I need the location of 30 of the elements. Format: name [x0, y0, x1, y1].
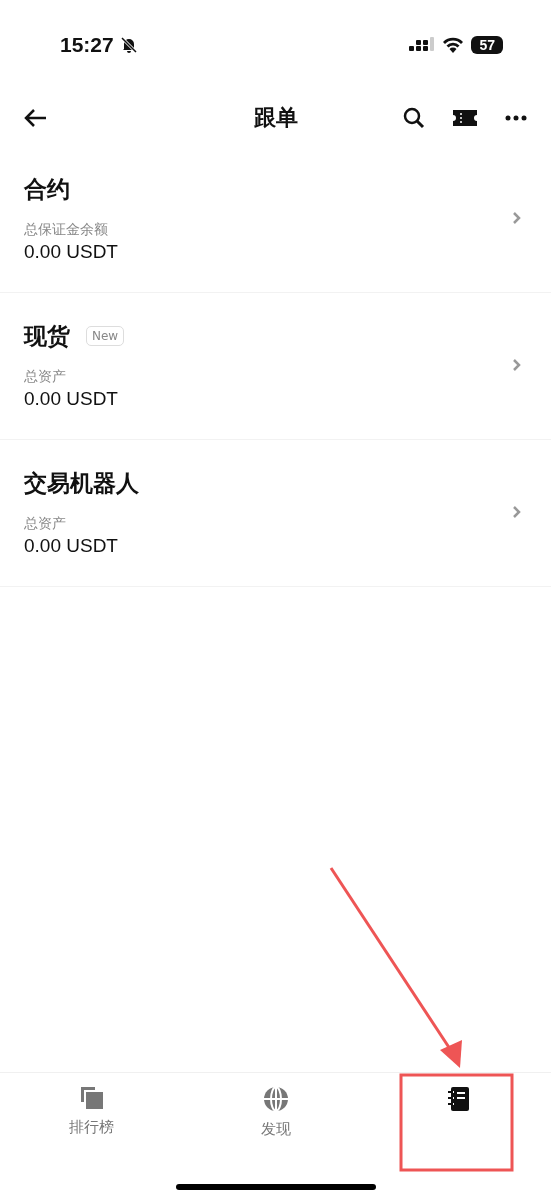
account-label: 总资产: [24, 514, 67, 533]
chevron-right-icon: [512, 211, 521, 225]
account-value: 0.00 USDT: [24, 387, 119, 410]
account-card[interactable]: 现货 New 总资产 0.00 USDT: [0, 293, 551, 440]
account-title: 现货: [24, 321, 70, 351]
search-button[interactable]: [403, 107, 425, 129]
account-label: 总保证金余额: [24, 220, 109, 239]
account-card[interactable]: 交易机器人 总资产 0.00 USDT: [0, 440, 551, 587]
battery-indicator: 57: [471, 36, 503, 54]
globe-icon: [262, 1086, 289, 1112]
ticket-button[interactable]: [453, 109, 477, 127]
account-title: 合约: [24, 174, 70, 204]
status-time: 15:27: [60, 33, 114, 57]
signal-icon: [409, 37, 436, 53]
back-button[interactable]: [24, 108, 48, 128]
page-title: 跟单: [253, 104, 298, 132]
account-value: 0.00 USDT: [24, 240, 118, 263]
chevron-right-icon: [512, 505, 521, 519]
account-card[interactable]: 合约 总保证金余额 0.00 USDT: [0, 146, 551, 293]
new-badge: New: [86, 326, 125, 346]
tab-bar-item[interactable]: 排行榜: [0, 1085, 184, 1138]
notebook-icon: [447, 1086, 472, 1112]
account-value: 0.00 USDT: [24, 534, 119, 557]
account-label: 总资产: [24, 367, 67, 386]
wifi-icon: [441, 36, 466, 54]
more-button[interactable]: [505, 115, 527, 121]
account-title: 交易机器人: [24, 468, 139, 498]
tab-bar-item[interactable]: 发现: [183, 1085, 368, 1140]
chevron-right-icon: [512, 358, 521, 372]
copy-icon: [79, 1086, 104, 1110]
